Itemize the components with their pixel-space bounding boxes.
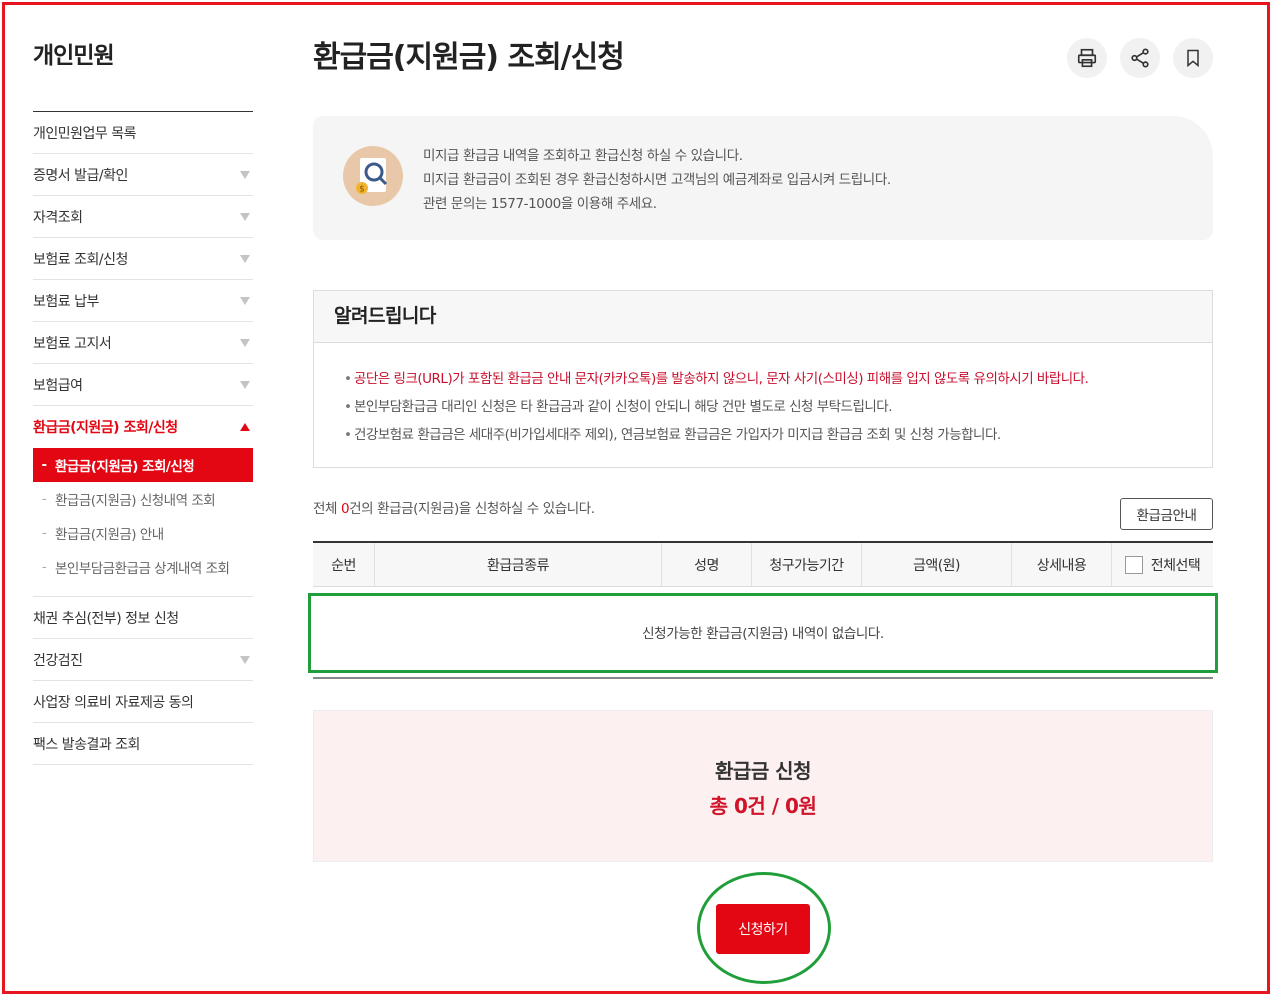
main-content: 환급금(지원금) 조회/신청 $ 미지급 환급금 내역을 조회하고 환급신청 하… xyxy=(308,36,1218,984)
count-number: 0 xyxy=(340,501,350,517)
sidebar-item-bond-collection[interactable]: 채권 추심(전부) 정보 신청 xyxy=(33,597,253,639)
intro-box: $ 미지급 환급금 내역을 조회하고 환급신청 하실 수 있습니다. 미지급 환… xyxy=(313,116,1213,240)
sidebar-item-benefits[interactable]: 보험급여 xyxy=(33,364,253,406)
notice-list: 공단은 링크(URL)가 포함된 환급금 안내 문자(카카오톡)를 발송하지 않… xyxy=(314,343,1212,467)
page-tools xyxy=(1067,38,1213,78)
share-icon xyxy=(1131,48,1149,68)
sidebar-menu-after: 채권 추심(전부) 정보 신청 건강검진 사업장 의료비 자료제공 동의 팩스 … xyxy=(33,597,253,765)
table-header: 순번 환급금종류 성명 청구가능기간 금액(원) 상세내용 전체선택 xyxy=(313,541,1213,587)
select-all-checkbox[interactable] xyxy=(1124,555,1143,574)
col-select-all: 전체선택 xyxy=(1112,543,1213,586)
sidebar-item-medical-data-consent[interactable]: 사업장 의료비 자료제공 동의 xyxy=(33,681,253,723)
chevron-down-icon xyxy=(240,380,250,389)
refund-table: 순번 환급금종류 성명 청구가능기간 금액(원) 상세내용 전체선택 신청가능한… xyxy=(308,541,1218,679)
sidebar-item-fax-result[interactable]: 팩스 발송결과 조회 xyxy=(33,723,253,765)
count-text: 전체 0건의 환급금(지원금)을 신청하실 수 있습니다. xyxy=(313,501,595,517)
sidebar-subitem-refund-inquiry[interactable]: - 환급금(지원금) 조회/신청 xyxy=(33,448,253,482)
intro-text: 미지급 환급금 내역을 조회하고 환급신청 하실 수 있습니다. 미지급 환급금… xyxy=(423,144,891,216)
refund-guide-button[interactable]: 환급금안내 xyxy=(1120,498,1213,530)
notice-item: 건강보험료 환급금은 세대주(비가입세대주 제외), 연금보험료 환급금은 가입… xyxy=(344,421,1192,449)
empty-row: 신청가능한 환급금(지원금) 내역이 없습니다. xyxy=(308,587,1218,679)
search-document-icon: $ xyxy=(343,146,403,206)
chevron-up-icon xyxy=(240,423,250,431)
sidebar-submenu: - 환급금(지원금) 조회/신청 - 환급금(지원금) 신청내역 조회 - 환급금(지… xyxy=(33,448,253,597)
chevron-down-icon xyxy=(240,655,250,664)
col-refund-type: 환급금종류 xyxy=(375,543,662,586)
col-claim-period: 청구가능기간 xyxy=(752,543,862,586)
sidebar-item-premium-bill[interactable]: 보험료 고지서 xyxy=(33,322,253,364)
sidebar: 개인민원 개인민원업무 목록 증명서 발급/확인 자격조회 보험료 조회/신청 … xyxy=(33,36,253,765)
chevron-down-icon xyxy=(240,254,250,263)
apply-total: 총 0건 / 0원 xyxy=(709,794,817,818)
apply-button[interactable]: 신청하기 xyxy=(716,904,810,954)
intro-line: 미지급 환급금이 조회된 경우 환급신청하시면 고객님의 예금계좌로 입금시켜 … xyxy=(423,172,891,188)
intro-line: 미지급 환급금 내역을 조회하고 환급신청 하실 수 있습니다. xyxy=(423,148,743,164)
notice-item: 본인부담환급금 대리인 신청은 타 환급금과 같이 신청이 안되니 해당 건만 … xyxy=(344,393,1192,421)
submit-area: 신청하기 xyxy=(697,872,831,984)
sidebar-item-health-checkup[interactable]: 건강검진 xyxy=(33,639,253,681)
svg-text:$: $ xyxy=(359,185,365,195)
sidebar-item-premium-payment[interactable]: 보험료 납부 xyxy=(33,280,253,322)
bookmark-button[interactable] xyxy=(1173,38,1213,78)
sidebar-subitem-refund-guide[interactable]: - 환급금(지원금) 안내 xyxy=(33,516,253,550)
col-detail: 상세내용 xyxy=(1012,543,1112,586)
bookmark-icon xyxy=(1187,49,1199,68)
sidebar-title: 개인민원 xyxy=(33,43,115,69)
chevron-down-icon xyxy=(240,170,250,179)
chevron-down-icon xyxy=(240,338,250,347)
intro-line: 관련 문의는 1577-1000을 이용해 주세요. xyxy=(423,196,657,212)
col-amount: 금액(원) xyxy=(862,543,1012,586)
chevron-down-icon xyxy=(240,212,250,221)
apply-summary-box: 환급금 신청 총 0건 / 0원 xyxy=(313,710,1213,862)
sidebar-subitem-refund-history[interactable]: - 환급금(지원금) 신청내역 조회 xyxy=(33,482,253,516)
print-icon xyxy=(1077,48,1097,68)
notice-item-warning: 공단은 링크(URL)가 포함된 환급금 안내 문자(카카오톡)를 발송하지 않… xyxy=(344,365,1192,393)
annotation-green-box xyxy=(308,593,1218,673)
col-name: 성명 xyxy=(662,543,752,586)
sidebar-item-refund[interactable]: 환급금(지원금) 조회/신청 xyxy=(33,406,253,448)
col-number: 순번 xyxy=(313,543,375,586)
notice-title: 알려드립니다 xyxy=(314,291,1212,343)
share-button[interactable] xyxy=(1120,38,1160,78)
apply-title: 환급금 신청 xyxy=(715,759,811,783)
sidebar-item-certificate[interactable]: 증명서 발급/확인 xyxy=(33,154,253,196)
notice-box: 알려드립니다 공단은 링크(URL)가 포함된 환급금 안내 문자(카카오톡)를… xyxy=(313,290,1213,468)
chevron-down-icon xyxy=(240,296,250,305)
sidebar-subitem-offset-history[interactable]: - 본인부담금환급금 상계내역 조회 xyxy=(33,550,253,584)
count-row: 전체 0건의 환급금(지원금)을 신청하실 수 있습니다. 환급금안내 xyxy=(313,498,1213,532)
sidebar-item-premium-inquiry[interactable]: 보험료 조회/신청 xyxy=(33,238,253,280)
sidebar-menu: 개인민원업무 목록 증명서 발급/확인 자격조회 보험료 조회/신청 보험료 납… xyxy=(33,112,253,448)
sidebar-item-eligibility[interactable]: 자격조회 xyxy=(33,196,253,238)
print-button[interactable] xyxy=(1067,38,1107,78)
sidebar-item-civil-list[interactable]: 개인민원업무 목록 xyxy=(33,112,253,154)
